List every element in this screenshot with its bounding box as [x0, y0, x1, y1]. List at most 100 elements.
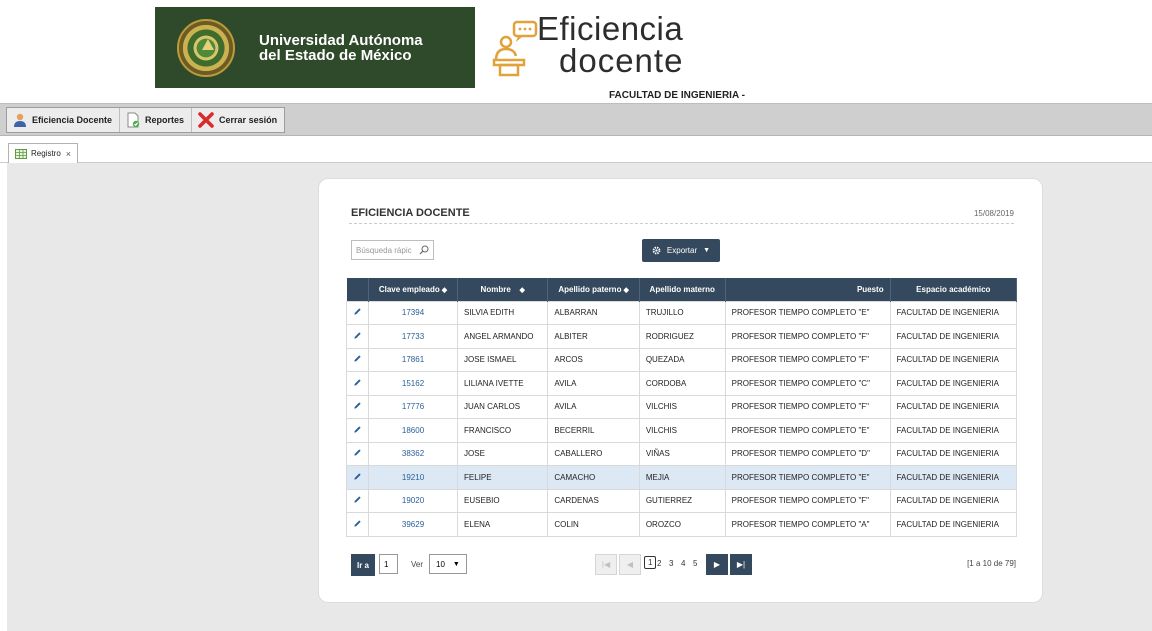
- sort-icon: ◆: [519, 286, 525, 294]
- table-header-row: Clave empleado ◆ Nombre ◆ Apellido patern…: [346, 278, 1018, 301]
- app-name-line2: docente: [559, 42, 684, 79]
- edit-cell[interactable]: [346, 418, 369, 443]
- table-row[interactable]: 39629 ELENA COLIN OROZCO PROFESOR TIEMPO COM…: [346, 512, 1018, 537]
- edit-cell[interactable]: [346, 465, 369, 490]
- next-page-button[interactable]: ▶: [706, 554, 728, 575]
- cell-apellido-materno: RODRIGUEZ: [638, 324, 726, 349]
- table-row[interactable]: 19210 FELIPE CAMACHO MEJIA PROFESOR TIEMPO C…: [346, 465, 1018, 490]
- cell-clave: 39629: [367, 512, 459, 537]
- table-row[interactable]: 15162 LILIANA IVETTE AVILA CORDOBA PROFESOR …: [346, 371, 1018, 396]
- edit-cell[interactable]: [346, 394, 369, 419]
- page-info: [1 a 10 de 79]: [967, 559, 1016, 568]
- university-name-line1: Universidad Autónoma: [259, 31, 423, 49]
- col-header-nombre[interactable]: Nombre ◆: [457, 278, 549, 301]
- col-header-paterno-label: Apellido paterno: [558, 284, 622, 294]
- page-number-2[interactable]: 2: [657, 559, 661, 568]
- first-page-button[interactable]: |◀: [595, 554, 617, 575]
- cell-apellido-materno: VILCHIS: [638, 394, 726, 419]
- table-row[interactable]: 17861 JOSE ISMAEL ARCOS QUEZADA PROFESOR TIE…: [346, 347, 1018, 372]
- edit-cell[interactable]: [346, 512, 369, 537]
- table-row[interactable]: 17394 SILVIA EDITH ALBARRAN TRUJILLO PROFESO…: [346, 300, 1018, 325]
- panel-date: 15/08/2019: [973, 209, 1014, 218]
- pencil-icon: [354, 449, 361, 456]
- cell-nombre: ANGEL ARMANDO: [457, 324, 549, 349]
- goto-page-button[interactable]: Ir a: [351, 554, 375, 576]
- cell-apellido-materno: CORDOBA: [638, 371, 726, 396]
- cell-nombre: LILIANA IVETTE: [457, 371, 549, 396]
- page-number-4[interactable]: 4: [681, 559, 685, 568]
- cell-apellido-materno: VIÑAS: [638, 441, 726, 466]
- cell-clave: 17861: [367, 347, 459, 372]
- goto-page-input[interactable]: 1: [379, 554, 398, 574]
- menu-eficiencia-docente-label: Eficiencia Docente: [32, 115, 113, 125]
- cell-clave: 17733: [367, 324, 459, 349]
- export-button-label: Exportar: [666, 246, 698, 255]
- page-number-5[interactable]: 5: [693, 559, 697, 568]
- cell-clave: 18600: [367, 418, 459, 443]
- page-size-select[interactable]: 10 ▼: [429, 554, 467, 574]
- col-header-puesto[interactable]: Puesto: [725, 278, 891, 301]
- cell-apellido-paterno: BECERRIL: [547, 418, 640, 443]
- next-page-icon: ▶: [713, 560, 721, 569]
- table-row[interactable]: 17733 ANGEL ARMANDO ALBITER RODRIGUEZ PROFES…: [346, 324, 1018, 349]
- table-row[interactable]: 38362 JOSE CABALLERO VIÑAS PROFESOR TIEMPO C…: [346, 441, 1018, 466]
- pencil-icon: [354, 520, 361, 527]
- cell-clave: 15162: [367, 371, 459, 396]
- cell-apellido-materno: VILCHIS: [638, 418, 726, 443]
- cell-nombre: JUAN CARLOS: [457, 394, 549, 419]
- edit-cell[interactable]: [346, 324, 369, 349]
- col-header-espacio-label: Espacio académico: [916, 284, 991, 294]
- col-header-clave[interactable]: Clave empleado ◆: [368, 278, 459, 301]
- main-menu-bar: Eficiencia Docente Reportes Cerrar sesió…: [0, 103, 1152, 136]
- sort-icon: ◆: [623, 286, 629, 294]
- export-button[interactable]: Exportar ▼: [642, 239, 720, 262]
- quick-search-placeholder: Búsqueda rápic: [356, 245, 412, 255]
- menu-cerrar-sesion[interactable]: Cerrar sesión: [192, 108, 284, 132]
- user-icon: [14, 113, 26, 127]
- cell-espacio: FACULTAD DE INGENIERIA: [889, 300, 1018, 325]
- cell-apellido-paterno: AVILA: [547, 394, 640, 419]
- edit-cell[interactable]: [346, 347, 369, 372]
- search-icon: [419, 245, 429, 255]
- pencil-icon: [354, 496, 361, 503]
- col-header-clave-label: Clave empleado: [378, 284, 440, 294]
- col-header-puesto-label: Puesto: [856, 284, 884, 294]
- table-row[interactable]: 18600 FRANCISCO BECERRIL VILCHIS PROFESOR TI…: [346, 418, 1018, 443]
- edit-cell[interactable]: [346, 441, 369, 466]
- tab-registro[interactable]: Registro ×: [8, 143, 79, 163]
- prev-page-icon: ◀: [626, 560, 634, 569]
- university-name: Universidad Autónoma del Estado de Méxic…: [259, 33, 423, 63]
- col-header-espacio[interactable]: Espacio académico: [890, 278, 1018, 301]
- edit-cell[interactable]: [346, 300, 369, 325]
- pencil-icon: [354, 402, 361, 409]
- quick-search-input[interactable]: Búsqueda rápic: [351, 240, 434, 260]
- menu-reportes[interactable]: Reportes: [120, 108, 193, 132]
- cell-puesto: PROFESOR TIEMPO COMPLETO "C": [724, 371, 891, 396]
- col-header-materno[interactable]: Apellido materno: [639, 278, 726, 301]
- menu-eficiencia-docente[interactable]: Eficiencia Docente: [7, 108, 121, 132]
- pencil-icon: [354, 426, 361, 433]
- table-row[interactable]: 17776 JUAN CARLOS AVILA VILCHIS PROFESOR TIE…: [346, 394, 1018, 419]
- table-row[interactable]: 19020 EUSEBIO CARDENAS GUTIERREZ PROFESOR TI…: [346, 488, 1018, 513]
- cell-apellido-materno: OROZCO: [638, 512, 726, 537]
- menu-reportes-label: Reportes: [145, 115, 185, 125]
- page-number-1[interactable]: 1: [644, 556, 657, 569]
- cell-apellido-paterno: AVILA: [547, 371, 640, 396]
- cell-nombre: EUSEBIO: [457, 488, 549, 513]
- col-header-paterno[interactable]: Apellido paterno ◆: [547, 278, 640, 301]
- cell-nombre: ELENA: [457, 512, 549, 537]
- last-page-button[interactable]: ▶|: [730, 554, 752, 575]
- cell-espacio: FACULTAD DE INGENIERIA: [889, 441, 1018, 466]
- cell-puesto: PROFESOR TIEMPO COMPLETO "E": [724, 465, 891, 490]
- prev-page-button[interactable]: ◀: [619, 554, 641, 575]
- cell-clave: 19210: [367, 465, 459, 490]
- menu-cerrar-sesion-label: Cerrar sesión: [219, 115, 278, 125]
- gear-icon: [652, 246, 661, 255]
- tab-close-icon[interactable]: ×: [66, 149, 71, 159]
- edit-cell[interactable]: [346, 488, 369, 513]
- cell-nombre: FRANCISCO: [457, 418, 549, 443]
- app-header: Universidad Autónoma del Estado de Méxic…: [0, 0, 1152, 102]
- cell-espacio: FACULTAD DE INGENIERIA: [889, 418, 1018, 443]
- page-number-3[interactable]: 3: [669, 559, 673, 568]
- edit-cell[interactable]: [346, 371, 369, 396]
